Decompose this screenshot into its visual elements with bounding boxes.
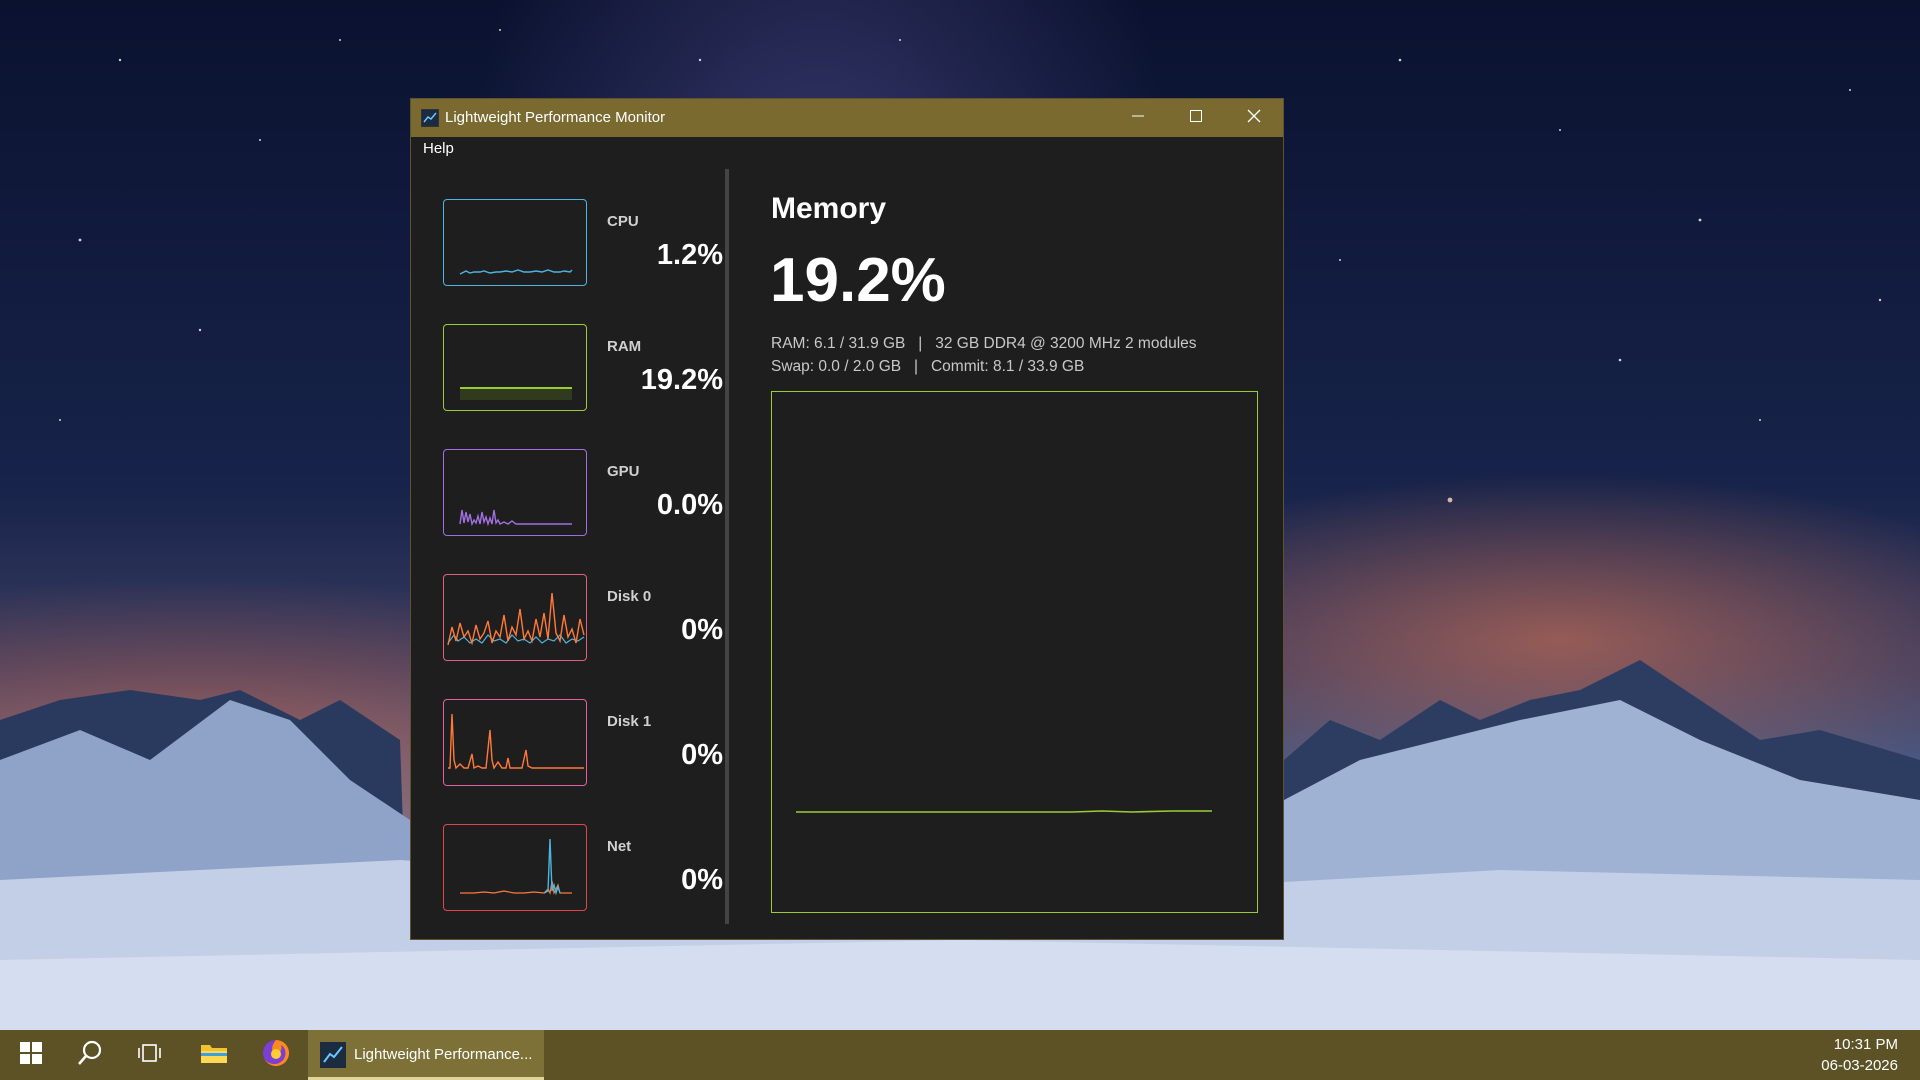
sidebar-item-disk-1[interactable]: Disk 1 0% — [443, 699, 733, 789]
close-button[interactable] — [1225, 99, 1283, 137]
sidebar-item-gpu[interactable]: GPU 0.0% — [443, 449, 733, 539]
sidebar-item-label: GPU — [607, 463, 640, 480]
ram-mini-graph — [443, 324, 587, 411]
title-bar[interactable]: Lightweight Performance Monitor — [411, 99, 1283, 137]
menu-help[interactable]: Help — [423, 140, 454, 157]
clock-time: 10:31 PM — [1833, 1036, 1898, 1053]
sidebar-item-ram[interactable]: RAM 19.2% — [443, 324, 733, 414]
sidebar-item-label: Net — [607, 838, 632, 855]
sidebar-item-net[interactable]: Net 0% — [443, 824, 733, 914]
gpu-mini-graph — [443, 449, 587, 536]
system-clock[interactable]: 10:31 PM 06-03-2026 — [1821, 1034, 1898, 1076]
disk-0-mini-graph — [443, 574, 587, 661]
sidebar-item-label: RAM — [607, 338, 642, 355]
app-icon — [320, 1042, 346, 1068]
memory-detail-line-2: Swap: 0.0 / 2.0 GB | Commit: 8.1 / 33.9 … — [771, 358, 1085, 375]
sidebar-item-label: Disk 1 — [607, 713, 652, 730]
taskbar-active-app[interactable]: Lightweight Performance... — [308, 1030, 544, 1080]
close-icon — [1247, 109, 1261, 128]
memory-usage-value: 19.2% — [770, 246, 946, 315]
memory-usage-graph — [771, 391, 1258, 913]
sidebar-item-value: 0% — [681, 614, 723, 646]
sidebar-item-value: 0.0% — [656, 489, 723, 521]
maximize-button[interactable] — [1167, 99, 1225, 137]
task-view-icon — [137, 1042, 163, 1069]
windows-start-icon — [20, 1041, 42, 1069]
clock-date: 06-03-2026 — [1821, 1057, 1898, 1074]
sidebar-item-value: 19.2% — [640, 364, 723, 396]
sidebar-item-value: 1.2% — [656, 239, 723, 271]
start-button[interactable] — [12, 1030, 50, 1080]
firefox-button[interactable] — [254, 1030, 298, 1080]
sidebar-item-cpu[interactable]: CPU 1.2% — [443, 199, 733, 289]
sidebar-item-label: CPU — [607, 213, 639, 230]
sidebar-item-disk-0[interactable]: Disk 0 0% — [443, 574, 733, 664]
cpu-mini-graph — [443, 199, 587, 286]
minimize-button[interactable] — [1109, 99, 1167, 137]
net-mini-graph — [443, 824, 587, 911]
sidebar-item-value: 0% — [681, 739, 723, 771]
window-title: Lightweight Performance Monitor — [445, 109, 666, 126]
firefox-icon — [261, 1038, 291, 1073]
taskbar-active-app-label: Lightweight Performance... — [354, 1046, 533, 1063]
app-window: Lightweight Performance Monitor Help CPU — [410, 98, 1284, 940]
task-view-button[interactable] — [130, 1030, 170, 1080]
file-explorer-icon — [200, 1041, 228, 1070]
menu-bar — [411, 137, 1283, 165]
page-title: Memory — [771, 192, 887, 225]
taskbar: Lightweight Performance... 10:31 PM 06-0… — [0, 1030, 1920, 1080]
app-icon — [421, 109, 439, 127]
disk-1-mini-graph — [443, 699, 587, 786]
minimize-icon — [1131, 109, 1145, 128]
sidebar-item-label: Disk 0 — [607, 588, 652, 605]
file-explorer-button[interactable] — [192, 1030, 236, 1080]
search-button[interactable] — [70, 1030, 110, 1080]
search-icon — [76, 1039, 104, 1072]
sidebar-item-value: 0% — [681, 864, 723, 896]
memory-detail-line-1: RAM: 6.1 / 31.9 GB | 32 GB DDR4 @ 3200 M… — [771, 335, 1197, 352]
maximize-icon — [1189, 109, 1203, 128]
